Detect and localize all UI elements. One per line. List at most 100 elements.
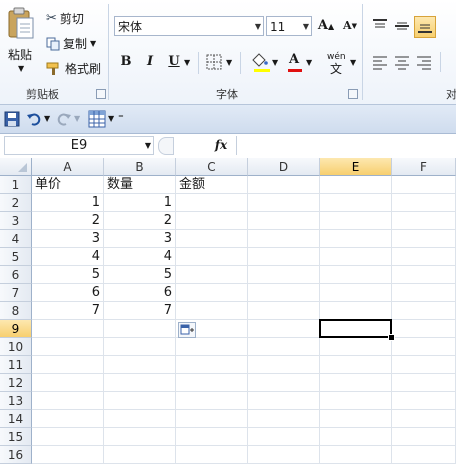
row-header-16[interactable]: 16 xyxy=(0,446,32,464)
customize-toolbar-icon[interactable]: ⁼ xyxy=(118,111,124,124)
cell-f14[interactable] xyxy=(392,410,456,428)
column-header-a[interactable]: A xyxy=(32,158,104,176)
cell-f9[interactable] xyxy=(392,320,456,338)
cell-c3[interactable] xyxy=(176,212,248,230)
cell-e8[interactable] xyxy=(320,302,392,320)
cell-d15[interactable] xyxy=(248,428,320,446)
cell-a14[interactable] xyxy=(32,410,104,428)
cell-a7[interactable]: 6 xyxy=(32,284,104,302)
insert-function-button[interactable]: fx xyxy=(210,136,232,155)
cell-f8[interactable] xyxy=(392,302,456,320)
row-header-6[interactable]: 6 xyxy=(0,266,32,284)
row-header-9[interactable]: 9 xyxy=(0,320,32,338)
cell-f5[interactable] xyxy=(392,248,456,266)
align-right-button[interactable] xyxy=(414,52,434,72)
cell-a6[interactable]: 5 xyxy=(32,266,104,284)
chevron-down-icon[interactable]: ▼ xyxy=(108,114,114,123)
cut-button[interactable]: ✂ 剪切 xyxy=(46,10,84,27)
cell-f2[interactable] xyxy=(392,194,456,212)
cell-c11[interactable] xyxy=(176,356,248,374)
cell-a3[interactable]: 2 xyxy=(32,212,104,230)
cell-d6[interactable] xyxy=(248,266,320,284)
chevron-down-icon[interactable]: ▼ xyxy=(74,114,80,123)
align-middle-button[interactable] xyxy=(392,16,412,36)
chevron-down-icon[interactable]: ▼ xyxy=(44,114,50,123)
cell-c7[interactable] xyxy=(176,284,248,302)
cell-a1[interactable]: 单价 xyxy=(32,176,104,194)
chevron-down-icon[interactable]: ▼ xyxy=(306,58,312,67)
cell-b10[interactable] xyxy=(104,338,176,356)
cell-b2[interactable]: 1 xyxy=(104,194,176,212)
align-left-button[interactable] xyxy=(370,52,390,72)
row-header-4[interactable]: 4 xyxy=(0,230,32,248)
cell-f1[interactable] xyxy=(392,176,456,194)
cell-a16[interactable] xyxy=(32,446,104,464)
grow-font-button[interactable]: A▲ xyxy=(316,16,336,36)
fill-handle[interactable] xyxy=(388,334,395,341)
font-size-select[interactable]: 11 ▼ xyxy=(266,16,312,36)
cell-a12[interactable] xyxy=(32,374,104,392)
cell-a2[interactable]: 1 xyxy=(32,194,104,212)
cell-d13[interactable] xyxy=(248,392,320,410)
alignment-more-icon[interactable] xyxy=(440,52,455,72)
align-top-button[interactable] xyxy=(370,16,390,36)
format-painter-button[interactable]: 格式刷 xyxy=(46,60,101,77)
cell-c14[interactable] xyxy=(176,410,248,428)
cell-e13[interactable] xyxy=(320,392,392,410)
row-header-1[interactable]: 1 xyxy=(0,176,32,194)
cell-b13[interactable] xyxy=(104,392,176,410)
cell-f13[interactable] xyxy=(392,392,456,410)
cell-d9[interactable] xyxy=(248,320,320,338)
copy-button[interactable]: 复制 ▼ xyxy=(46,35,96,52)
cell-e15[interactable] xyxy=(320,428,392,446)
dialog-launcher-icon[interactable] xyxy=(96,89,106,99)
cell-e14[interactable] xyxy=(320,410,392,428)
cell-d8[interactable] xyxy=(248,302,320,320)
redo-button[interactable] xyxy=(56,111,72,127)
cell-f12[interactable] xyxy=(392,374,456,392)
cell-b16[interactable] xyxy=(104,446,176,464)
column-header-f[interactable]: F xyxy=(392,158,456,176)
row-header-10[interactable]: 10 xyxy=(0,338,32,356)
italic-button[interactable]: I xyxy=(140,52,160,72)
cell-b7[interactable]: 6 xyxy=(104,284,176,302)
cell-d12[interactable] xyxy=(248,374,320,392)
cell-f16[interactable] xyxy=(392,446,456,464)
cell-e5[interactable] xyxy=(320,248,392,266)
underline-button[interactable]: U xyxy=(164,52,184,72)
cell-f3[interactable] xyxy=(392,212,456,230)
column-header-d[interactable]: D xyxy=(248,158,320,176)
cell-a15[interactable] xyxy=(32,428,104,446)
paste-button[interactable]: 粘贴 ▼ xyxy=(4,4,38,76)
cell-b8[interactable]: 7 xyxy=(104,302,176,320)
cell-d10[interactable] xyxy=(248,338,320,356)
cell-b6[interactable]: 5 xyxy=(104,266,176,284)
cell-c10[interactable] xyxy=(176,338,248,356)
cell-c8[interactable] xyxy=(176,302,248,320)
cell-b4[interactable]: 3 xyxy=(104,230,176,248)
undo-button[interactable] xyxy=(26,111,42,127)
cell-c15[interactable] xyxy=(176,428,248,446)
cell-b11[interactable] xyxy=(104,356,176,374)
grid-button[interactable] xyxy=(88,110,106,128)
align-center-button[interactable] xyxy=(392,52,412,72)
cell-e4[interactable] xyxy=(320,230,392,248)
align-bottom-button[interactable] xyxy=(414,16,436,38)
chevron-down-icon[interactable]: ▼ xyxy=(350,58,356,67)
cell-c4[interactable] xyxy=(176,230,248,248)
cell-a10[interactable] xyxy=(32,338,104,356)
chevron-down-icon[interactable]: ▼ xyxy=(184,58,190,67)
cell-c1[interactable]: 金额 xyxy=(176,176,248,194)
cell-d7[interactable] xyxy=(248,284,320,302)
cell-d11[interactable] xyxy=(248,356,320,374)
column-header-e[interactable]: E xyxy=(320,158,392,176)
cell-c13[interactable] xyxy=(176,392,248,410)
row-header-12[interactable]: 12 xyxy=(0,374,32,392)
formula-input[interactable] xyxy=(236,136,456,155)
cell-e10[interactable] xyxy=(320,338,392,356)
cell-a11[interactable] xyxy=(32,356,104,374)
cell-e6[interactable] xyxy=(320,266,392,284)
cell-f6[interactable] xyxy=(392,266,456,284)
cell-e12[interactable] xyxy=(320,374,392,392)
cell-d14[interactable] xyxy=(248,410,320,428)
